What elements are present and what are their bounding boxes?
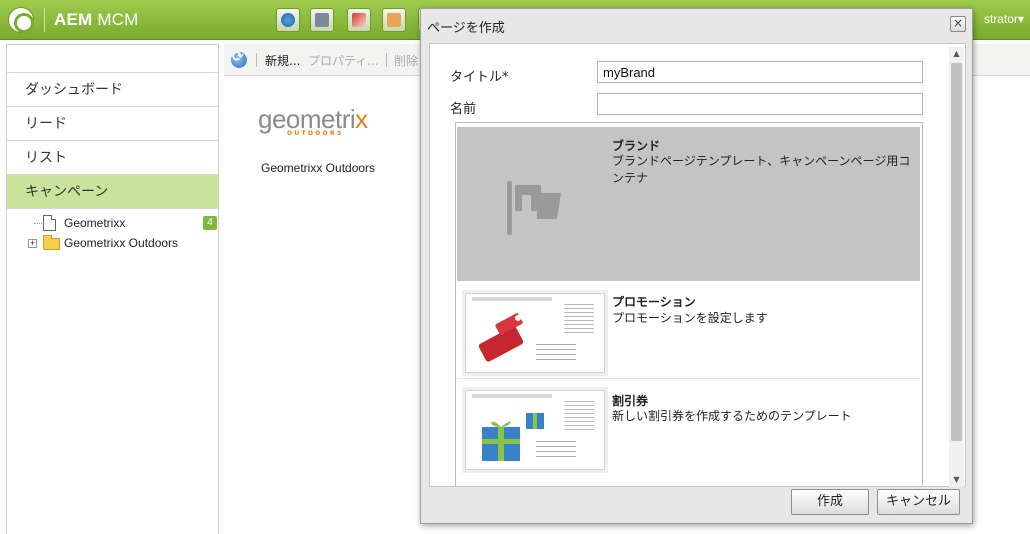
thumbnail-header [472, 297, 552, 301]
megaphone-icon[interactable] [347, 8, 371, 32]
thumbnail-header [472, 394, 552, 398]
globe-icon[interactable] [276, 8, 300, 32]
name-label: 名前 [450, 102, 477, 117]
scrollbar-thumb[interactable] [951, 63, 962, 441]
delete-button[interactable]: 削除 [394, 52, 418, 69]
sidebar-item-campaigns[interactable]: キャンペーン [7, 175, 218, 209]
aem-logo-icon[interactable] [9, 8, 34, 33]
thumbnail-text [536, 344, 576, 364]
close-icon[interactable]: × [950, 16, 966, 32]
tree-node-geometrixx-outdoors[interactable]: + Geometrixx Outdoors [7, 233, 218, 253]
refresh-icon[interactable] [231, 49, 247, 68]
dialog-scrollbar[interactable]: ▲ ▼ [949, 47, 964, 487]
create-button[interactable]: 作成 [791, 489, 869, 515]
thumbnail-text [536, 441, 576, 461]
title-input[interactable] [597, 61, 923, 83]
tree-node-label[interactable]: Geometrixx Outdoors [64, 233, 178, 253]
template-item-promotion[interactable]: プロモーション プロモーションを設定します [457, 285, 920, 379]
tree-connector [34, 223, 42, 224]
template-name: ブランド [612, 139, 661, 153]
divider [386, 53, 387, 67]
expand-icon[interactable]: + [28, 239, 37, 248]
count-badge: 4 [203, 216, 217, 230]
template-name: プロモーション [612, 295, 696, 309]
mail-icon[interactable] [382, 8, 406, 32]
campaign-tree: Geometrixx 4 + Geometrixx Outdoors [7, 209, 218, 253]
sidebar-item-lists[interactable]: リスト [7, 141, 218, 175]
divider [44, 8, 45, 32]
template-item-coupon[interactable]: 割引券 新しい割引券を作成するためのテンプレート [457, 380, 920, 476]
divider [256, 53, 257, 67]
dialog-body: タイトル* 名前 ブランド ブランドページテンプレート、キャンペーンページ用コン… [429, 43, 966, 487]
template-name: 割引券 [612, 394, 649, 408]
tree-node-geometrixx[interactable]: Geometrixx 4 [7, 213, 218, 233]
brand-caption[interactable]: Geometrixx Outdoors [261, 161, 375, 175]
thumbnail-text-column [564, 304, 594, 334]
sidebar-item-leads[interactable]: リード [7, 107, 218, 141]
sidebar-item-dashboard[interactable]: ダッシュボード [7, 73, 218, 107]
template-description: プロモーションを設定します [612, 311, 768, 325]
template-list: ブランド ブランドページテンプレート、キャンペーンページ用コンテナ プロモーショ… [455, 122, 923, 486]
template-item-brand[interactable]: ブランド ブランドページテンプレート、キャンペーンページ用コンテナ [457, 127, 920, 281]
app-title: AEM MCM [54, 10, 139, 29]
camera-icon[interactable] [310, 8, 334, 32]
user-menu[interactable]: strator▾ [984, 12, 1024, 26]
page-icon [43, 215, 56, 231]
properties-button[interactable]: プロパティ... [308, 52, 379, 69]
template-description: ブランドページテンプレート、キャンペーンページ用コンテナ [612, 154, 911, 185]
cancel-button[interactable]: キャンセル [877, 489, 960, 515]
title-label: タイトル* [450, 70, 509, 85]
scroll-down-icon[interactable]: ▼ [949, 473, 964, 487]
new-button[interactable]: 新規... [265, 52, 300, 69]
coupon-thumbnail [465, 390, 605, 470]
thumbnail-text-column [564, 401, 594, 431]
sidebar-header [7, 45, 218, 73]
folder-icon [43, 235, 60, 250]
dialog-title: ページを作成 [427, 21, 505, 36]
sale-tag-icon [478, 313, 524, 362]
template-description: 新しい割引券を作成するためのテンプレート [612, 409, 852, 423]
geometrixx-logo-subtitle: OUTDOORS [287, 130, 344, 137]
create-page-dialog: ページを作成 × タイトル* 名前 ブランド ブランドページテンプレート、キャン… [420, 8, 973, 524]
promotion-thumbnail [465, 293, 605, 373]
flag-icon [507, 181, 561, 235]
scroll-up-icon[interactable]: ▲ [949, 47, 964, 61]
name-input[interactable] [597, 93, 923, 115]
sidebar: ダッシュボード リード リスト キャンペーン Geometrixx 4 + Ge… [6, 44, 219, 534]
tree-node-label[interactable]: Geometrixx [64, 213, 125, 233]
